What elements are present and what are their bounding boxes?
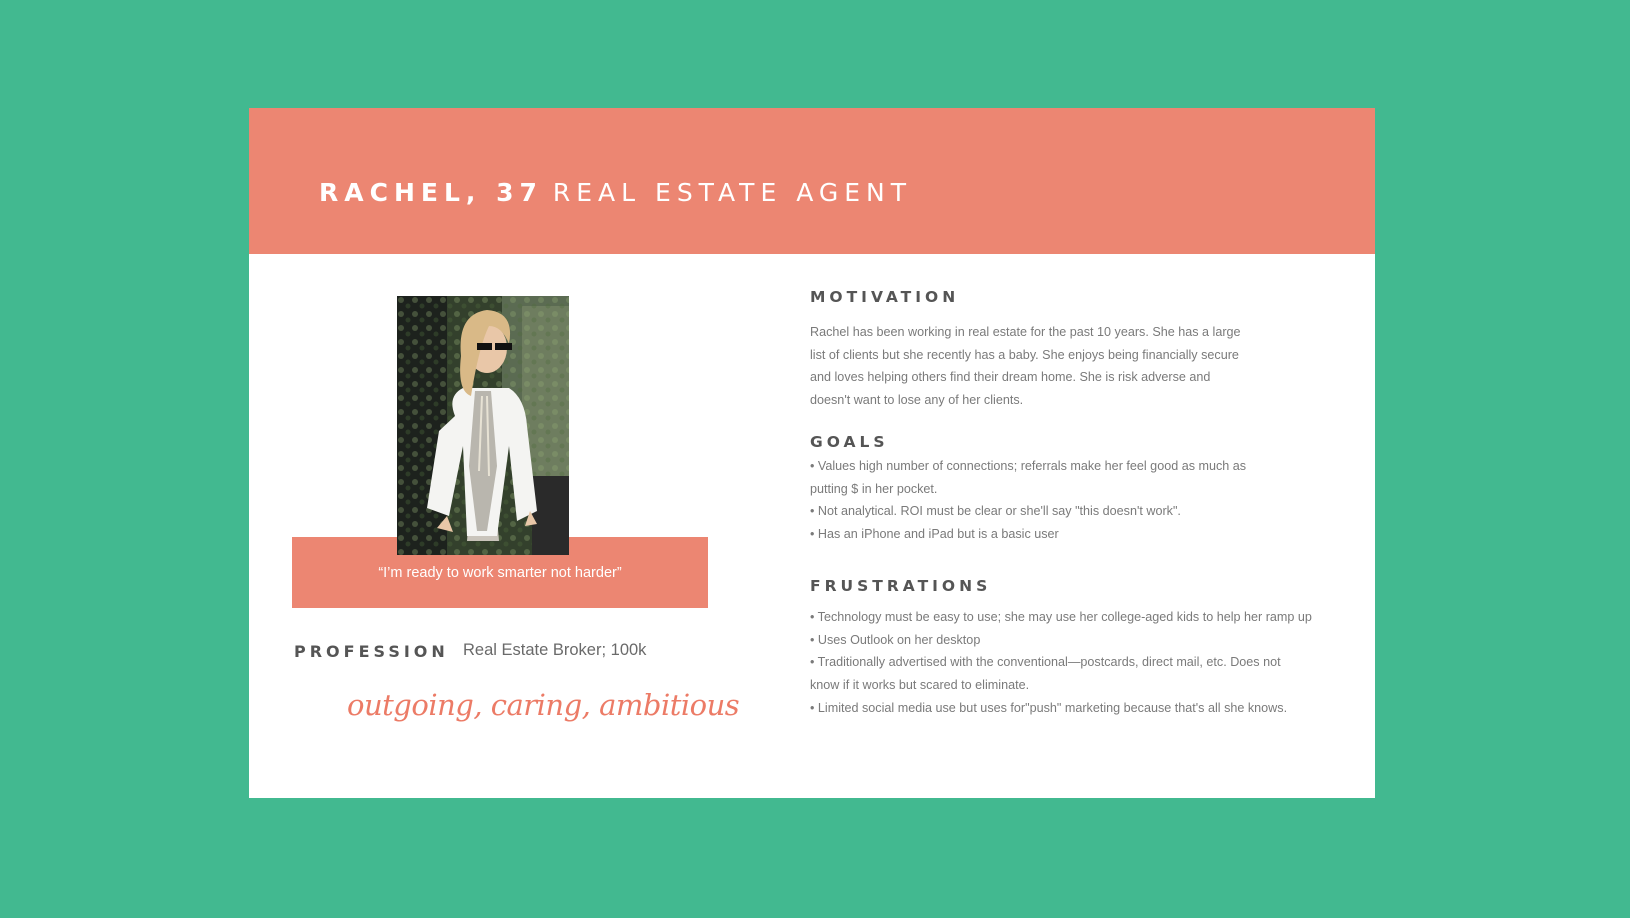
- goals-item: • Not analytical. ROI must be clear or s…: [810, 504, 1181, 519]
- frustrations-heading: FRUSTRATIONS: [810, 577, 992, 595]
- frustrations-item: • Limited social media use but uses for"…: [810, 700, 1288, 715]
- motivation-line: Rachel has been working in real estate f…: [810, 325, 1241, 339]
- frustrations-item: know if it works but scared to eliminate…: [810, 678, 1030, 693]
- persona-header: RACHEL, 37 REAL ESTATE AGENT: [249, 108, 1375, 254]
- persona-role: REAL ESTATE AGENT: [552, 178, 912, 207]
- motivation-line: doesn't want to lose any of her clients.: [810, 393, 1024, 408]
- persona-quote: “I’m ready to work smarter not harder”: [378, 565, 622, 581]
- goals-list: • Values high number of connections; ref…: [810, 455, 1246, 546]
- profession-value: Real Estate Broker; 100k: [463, 641, 647, 659]
- persona-photo: [397, 296, 569, 555]
- motivation-line: and loves helping others find their drea…: [810, 370, 1211, 385]
- frustrations-item: • Technology must be easy to use; she ma…: [810, 610, 1312, 624]
- persona-card: RACHEL, 37 REAL ESTATE AGENT “I’m ready t…: [249, 108, 1375, 798]
- frustrations-item: • Traditionally advertised with the conv…: [810, 655, 1281, 670]
- motivation-heading: MOTIVATION: [810, 288, 960, 306]
- goals-heading: GOALS: [810, 433, 889, 451]
- motivation-text: Rachel has been working in real estate f…: [810, 321, 1260, 412]
- motivation-line: list of clients but she recently has a b…: [810, 347, 1239, 362]
- persona-photo-image: [397, 296, 569, 555]
- persona-title: RACHEL, 37 REAL ESTATE AGENT: [319, 178, 912, 207]
- persona-name-age: RACHEL, 37: [319, 178, 543, 207]
- profession-label: PROFESSION: [294, 642, 449, 661]
- goals-item: • Values high number of connections; ref…: [810, 459, 1247, 473]
- frustrations-item: • Uses Outlook on her desktop: [810, 632, 981, 647]
- goals-item: • Has an iPhone and iPad but is a basic …: [810, 527, 1059, 542]
- persona-traits: outgoing, caring, ambitious: [347, 688, 740, 722]
- frustrations-list: • Technology must be easy to use; she ma…: [810, 606, 1312, 720]
- goals-item: putting $ in her pocket.: [810, 481, 938, 496]
